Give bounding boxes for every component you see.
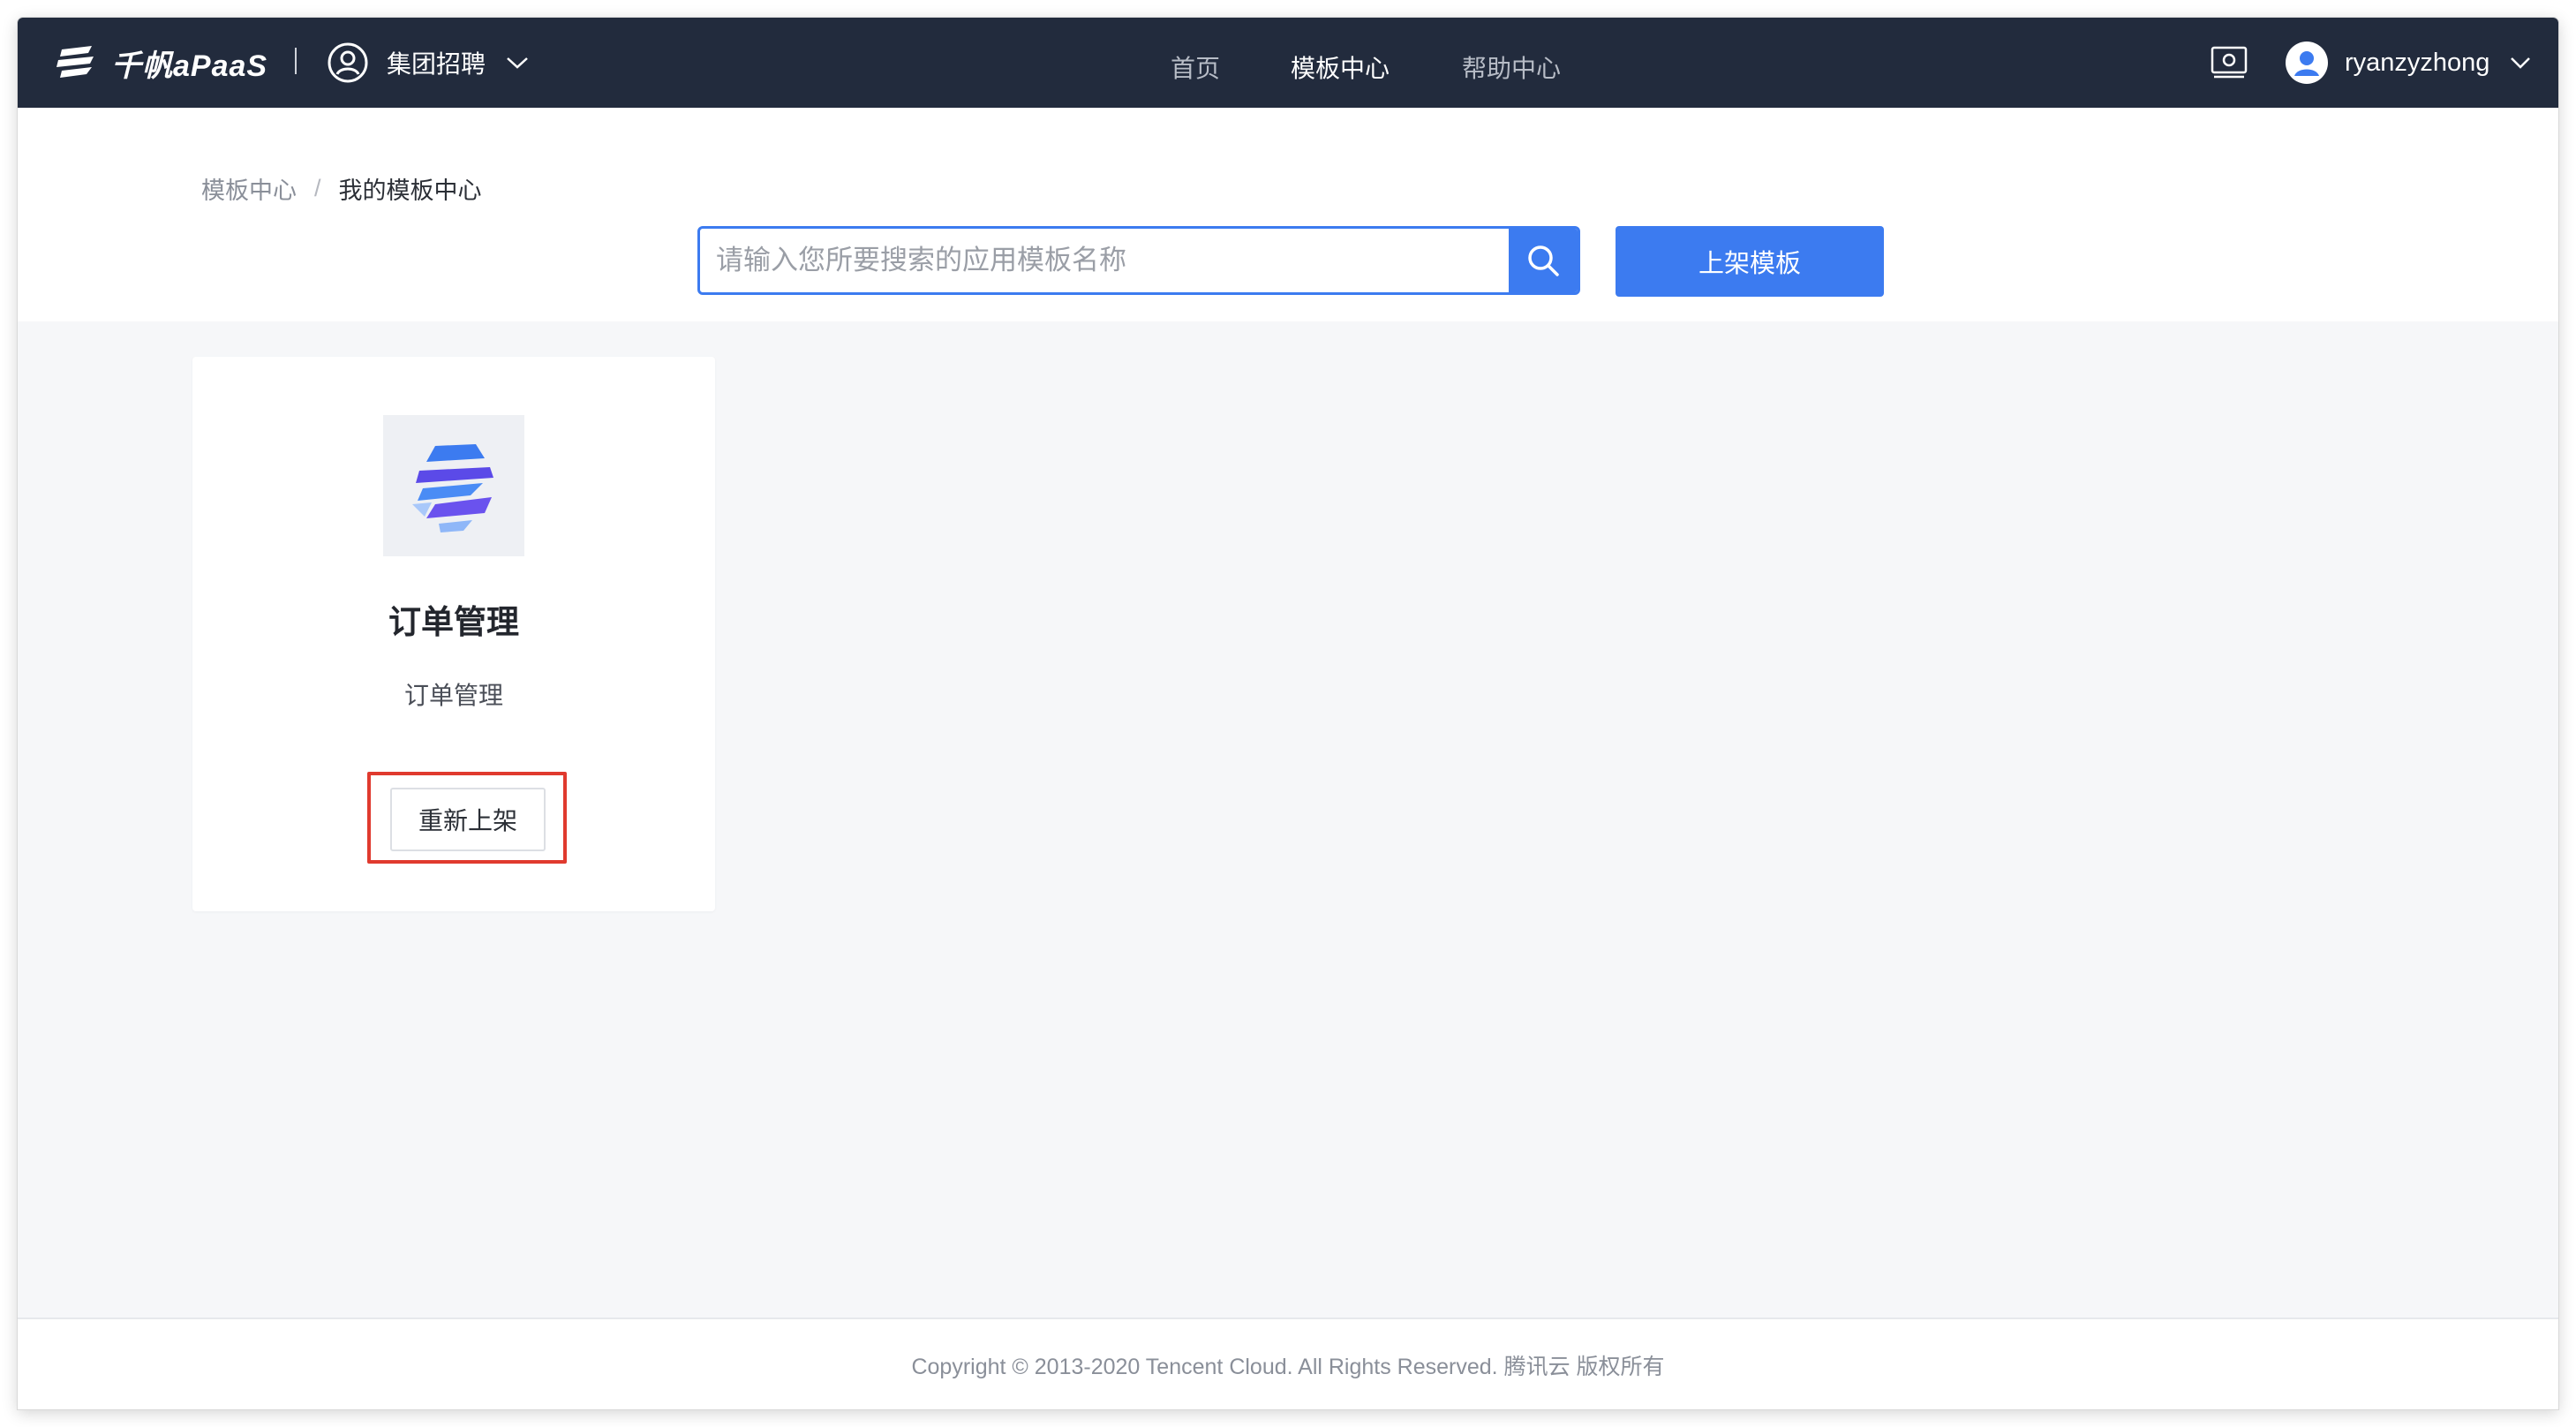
publish-template-button[interactable]: 上架模板	[1616, 226, 1884, 297]
nav-template-center[interactable]: 模板中心	[1291, 49, 1390, 85]
top-navigation-bar: 千帆aPaaS 集团招聘 首页 模板中心 帮助中心 ryanzyzhong	[18, 18, 2558, 108]
breadcrumb: 模板中心 / 我的模板中心	[201, 171, 482, 206]
search-icon	[1528, 245, 1559, 276]
highlight-box: 重新上架	[367, 772, 567, 864]
search-button[interactable]	[1509, 229, 1578, 292]
template-title: 订单管理	[388, 604, 519, 640]
group-user-icon	[328, 42, 368, 83]
breadcrumb-template-center[interactable]: 模板中心	[201, 171, 297, 206]
screenshot-icon[interactable]	[2211, 44, 2248, 79]
org-name: 集团招聘	[387, 50, 486, 78]
user-menu[interactable]: ryanzyzhong	[2285, 39, 2532, 87]
browser-window: 千帆aPaaS 集团招聘 首页 模板中心 帮助中心 ryanzyzhong 模板…	[18, 18, 2558, 1409]
chevron-down-icon	[2511, 57, 2531, 69]
copyright-text: Copyright © 2013-2020 Tencent Cloud. All…	[911, 1355, 1665, 1379]
template-icon-container	[383, 415, 524, 556]
org-switcher[interactable]: 集团招聘	[327, 39, 530, 87]
search-input[interactable]	[700, 229, 1509, 292]
user-name: ryanzyzhong	[2345, 48, 2490, 77]
footer: Copyright © 2013-2020 Tencent Cloud. All…	[18, 1318, 2558, 1409]
page-header: 模板中心 / 我的模板中心 上架模板	[18, 108, 2558, 321]
breadcrumb-separator: /	[314, 175, 321, 201]
stripe-hexagon-icon	[412, 444, 493, 532]
breadcrumb-current: 我的模板中心	[338, 177, 482, 204]
nav-home[interactable]: 首页	[1171, 49, 1220, 85]
app-logo[interactable]: 千帆aPaaS	[53, 39, 267, 87]
template-description: 订单管理	[403, 682, 503, 709]
chevron-down-icon	[507, 57, 528, 69]
nav-help-center[interactable]: 帮助中心	[1462, 49, 1561, 85]
search-bar	[697, 226, 1580, 295]
logo-divider	[295, 48, 297, 74]
template-card: 订单管理 订单管理 重新上架	[192, 357, 715, 911]
qianfan-logo-icon	[56, 46, 94, 78]
relist-button[interactable]: 重新上架	[390, 788, 546, 851]
user-avatar-icon	[2286, 42, 2328, 84]
app-name: 千帆aPaaS	[111, 49, 268, 83]
